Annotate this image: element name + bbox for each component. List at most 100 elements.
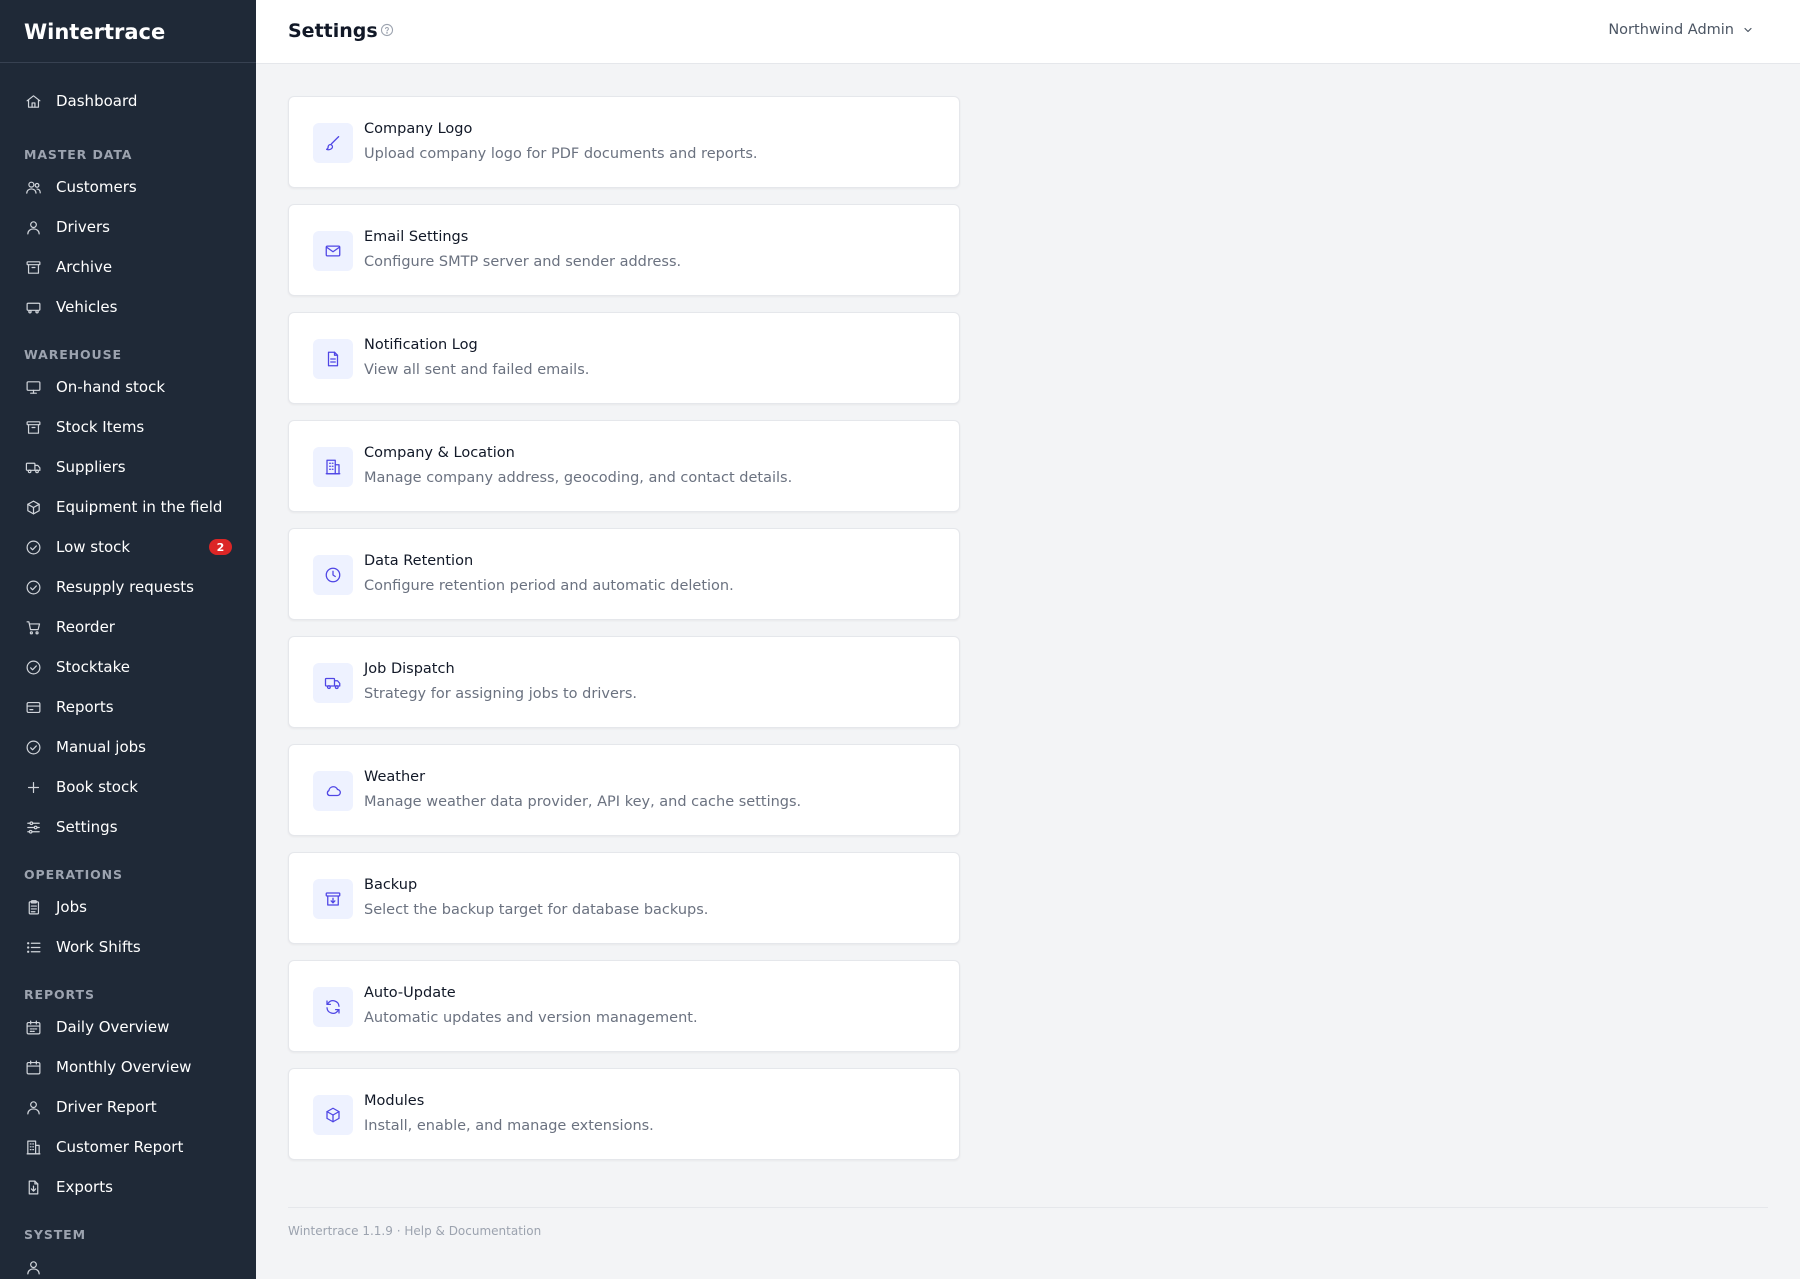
settings-card-company-logo[interactable]: Company Logo Upload company logo for PDF …	[288, 96, 960, 188]
sidebar-section-warehouse: WAREHOUSE	[24, 347, 122, 362]
archive-download-icon	[313, 879, 353, 919]
footer-separator: ·	[392, 1224, 405, 1238]
card-description: Manage weather data provider, API key, a…	[364, 794, 802, 810]
archive-icon	[24, 258, 42, 276]
check-circle-icon	[24, 578, 42, 596]
clock-icon	[313, 555, 353, 595]
sidebar-item-label: Book stock	[56, 778, 138, 796]
sidebar-item-reports[interactable]: Reports	[0, 687, 256, 727]
sidebar-item-stocktake[interactable]: Stocktake	[0, 647, 256, 687]
sidebar-section-system: SYSTEM	[24, 1227, 86, 1242]
sidebar-item-label: Manual jobs	[56, 738, 146, 756]
app-brand[interactable]: Wintertrace	[0, 0, 256, 63]
sidebar-item-label: Monthly Overview	[56, 1058, 192, 1076]
sidebar-item-label: Resupply requests	[56, 578, 194, 596]
sidebar-item-daily-overview[interactable]: Daily Overview	[0, 1007, 256, 1047]
cube-icon	[24, 498, 42, 516]
card-description: View all sent and failed emails.	[364, 362, 590, 378]
card-description: Configure SMTP server and sender address…	[364, 254, 682, 270]
sidebar-item-label: Stock Items	[56, 418, 145, 436]
sidebar-item-settings[interactable]: Settings	[0, 807, 256, 847]
sidebar-item-drivers[interactable]: Drivers	[0, 207, 256, 247]
user-icon	[24, 1258, 42, 1276]
sidebar-item-customer-report[interactable]: Customer Report	[0, 1127, 256, 1167]
sidebar-item-label: Settings	[56, 818, 118, 836]
sidebar-item-dashboard[interactable]: Dashboard	[0, 81, 256, 121]
archive-icon	[24, 418, 42, 436]
refresh-icon	[313, 987, 353, 1027]
card-title: Email Settings	[364, 229, 469, 245]
settings-card-backup[interactable]: Backup Select the backup target for datab…	[288, 852, 960, 944]
sidebar-item-label: Customer Report	[56, 1138, 184, 1156]
sidebar-item-stock-items[interactable]: Stock Items	[0, 407, 256, 447]
home-icon	[24, 92, 42, 110]
settings-card-modules[interactable]: Modules Install, enable, and manage exten…	[288, 1068, 960, 1160]
envelope-icon	[313, 231, 353, 271]
card-title: Modules	[364, 1093, 425, 1109]
cart-icon	[24, 618, 42, 636]
sidebar-item-label: Suppliers	[56, 458, 126, 476]
sidebar-item-book-stock[interactable]: Book stock	[0, 767, 256, 807]
sidebar-item-label: Equipment in the field	[56, 498, 223, 516]
sidebar-item-label: Daily Overview	[56, 1018, 170, 1036]
settings-card-list: Company Logo Upload company logo for PDF …	[288, 96, 960, 1176]
help-documentation-link[interactable]: Help & Documentation	[404, 1224, 541, 1238]
settings-card-data-retention[interactable]: Data Retention Configure retention period…	[288, 528, 960, 620]
card-description: Automatic updates and version management…	[364, 1010, 698, 1026]
user-icon	[24, 218, 42, 236]
file-download-icon	[24, 1178, 42, 1196]
card-title: Backup	[364, 877, 418, 893]
sidebar-item-label: Reports	[56, 698, 114, 716]
users-icon	[24, 178, 42, 196]
sidebar-item-archive[interactable]: Archive	[0, 247, 256, 287]
card-title: Job Dispatch	[364, 661, 455, 677]
sidebar-item-equipment[interactable]: Equipment in the field	[0, 487, 256, 527]
settings-card-job-dispatch[interactable]: Job Dispatch Strategy for assigning jobs …	[288, 636, 960, 728]
sliders-icon	[24, 818, 42, 836]
help-icon[interactable]	[380, 22, 394, 37]
sidebar-item-driver-report[interactable]: Driver Report	[0, 1087, 256, 1127]
chevron-down-icon	[1744, 27, 1752, 33]
sidebar-item-work-shifts[interactable]: Work Shifts	[0, 927, 256, 967]
card-description: Manage company address, geocoding, and c…	[364, 470, 793, 486]
settings-card-notification-log[interactable]: Notification Log View all sent and failed…	[288, 312, 960, 404]
sidebar-item-reorder[interactable]: Reorder	[0, 607, 256, 647]
sidebar-item-manual-jobs[interactable]: Manual jobs	[0, 727, 256, 767]
building-icon	[24, 1138, 42, 1156]
sidebar-item-monthly-overview[interactable]: Monthly Overview	[0, 1047, 256, 1087]
sidebar-item-label: Stocktake	[56, 658, 130, 676]
truck-icon	[24, 458, 42, 476]
sidebar-item-low-stock[interactable]: Low stock 2	[0, 527, 256, 567]
building-icon	[313, 447, 353, 487]
card-description: Upload company logo for PDF documents an…	[364, 146, 758, 162]
sidebar-item-vehicles[interactable]: Vehicles	[0, 287, 256, 327]
version-text: Wintertrace 1.1.9	[288, 1224, 393, 1238]
card-title: Data Retention	[364, 553, 474, 569]
sidebar-item-exports[interactable]: Exports	[0, 1167, 256, 1207]
card-description: Install, enable, and manage extensions.	[364, 1118, 654, 1134]
sidebar-item-system-users[interactable]	[0, 1247, 256, 1279]
sidebar-item-resupply[interactable]: Resupply requests	[0, 567, 256, 607]
sidebar-item-customers[interactable]: Customers	[0, 167, 256, 207]
sidebar-item-suppliers[interactable]: Suppliers	[0, 447, 256, 487]
sidebar-section-operations: OPERATIONS	[24, 867, 123, 882]
sidebar-item-on-hand-stock[interactable]: On-hand stock	[0, 367, 256, 407]
settings-card-email-settings[interactable]: Email Settings Configure SMTP server and …	[288, 204, 960, 296]
sidebar-section-master-data: MASTER DATA	[24, 147, 133, 162]
settings-card-company-location[interactable]: Company & Location Manage company address…	[288, 420, 960, 512]
sidebar-item-jobs[interactable]: Jobs	[0, 887, 256, 927]
sidebar-item-label: Jobs	[56, 898, 87, 916]
settings-card-weather[interactable]: Weather Manage weather data provider, API…	[288, 744, 960, 836]
settings-card-auto-update[interactable]: Auto-Update Automatic updates and version…	[288, 960, 960, 1052]
van-icon	[24, 298, 42, 316]
user-menu[interactable]: Northwind Admin	[1608, 22, 1754, 38]
clipboard-icon	[24, 898, 42, 916]
check-circle-icon	[24, 538, 42, 556]
cube-icon	[313, 1095, 353, 1135]
check-circle-icon	[24, 738, 42, 756]
card-description: Select the backup target for database ba…	[364, 902, 709, 918]
sidebar-item-label: Low stock	[56, 538, 131, 556]
sidebar-nav: Dashboard MASTER DATA Customers Drivers Arch…	[0, 63, 256, 1279]
plus-icon	[24, 778, 42, 796]
card-title: Company Logo	[364, 121, 473, 137]
